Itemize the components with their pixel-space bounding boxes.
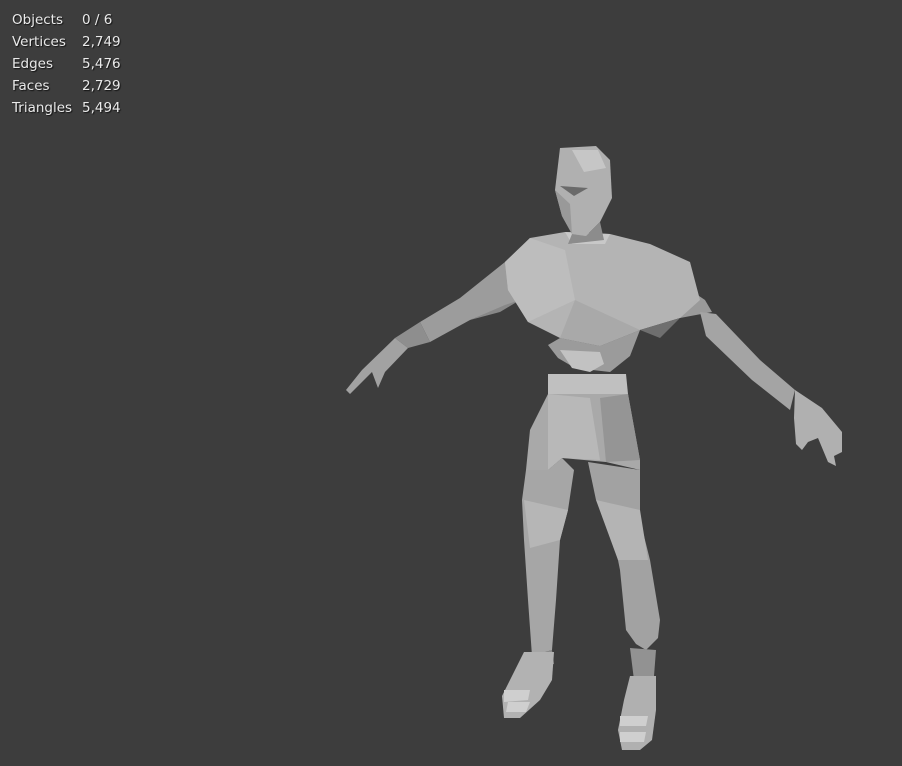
left-arm[interactable]	[346, 262, 520, 394]
head[interactable]	[555, 146, 612, 244]
left-leg[interactable]	[522, 458, 574, 668]
hips[interactable]	[526, 374, 640, 470]
3d-viewport[interactable]: Objects 0 / 6 Vertices 2,749 Edges 5,476…	[0, 0, 902, 766]
character-mesh[interactable]	[0, 0, 902, 766]
right-leg[interactable]	[588, 462, 660, 680]
torso[interactable]	[505, 232, 700, 372]
right-foot[interactable]	[618, 676, 656, 750]
left-foot[interactable]	[502, 652, 554, 718]
